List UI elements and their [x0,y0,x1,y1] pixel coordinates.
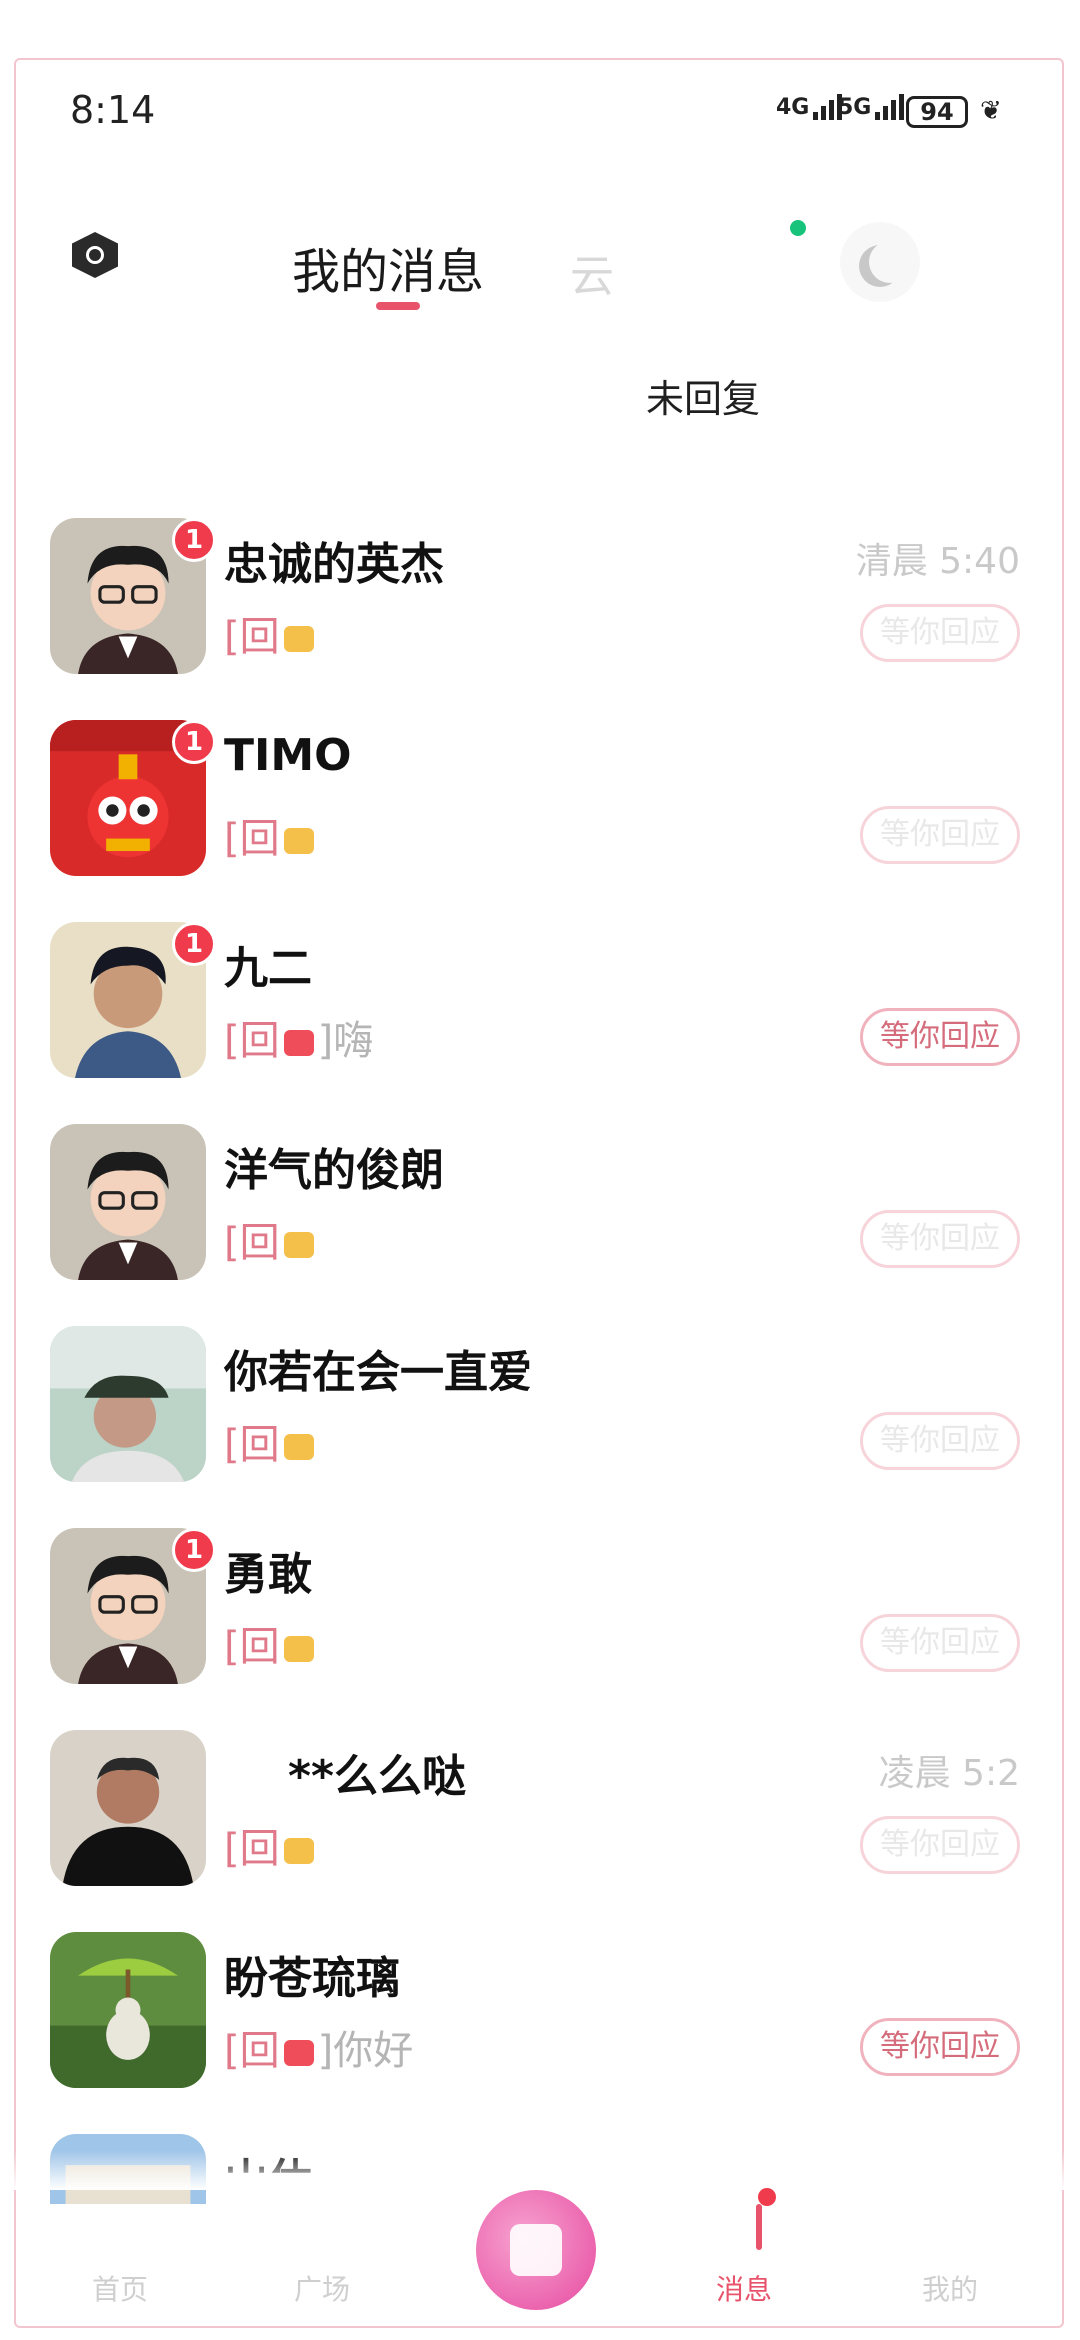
contact-name: 九二 [224,943,312,994]
nav-message-icon [756,2204,762,2250]
await-reply-button[interactable]: 等你回应 [860,1008,1020,1066]
preview-prefix: [回 [224,1422,280,1468]
await-reply-button[interactable]: 等你回应 [860,604,1020,662]
list-item[interactable]: **么么哒 [回 凌晨 5:2 等你回应 [0,1712,1080,1914]
status-bar: 8:14 4G 5G 94 ❦ [0,0,1080,200]
message-preview: [回 [224,1412,318,1470]
timestamp: 清晨 5:40 [855,541,1020,582]
message-preview: [回 [224,1614,318,1672]
unread-badge: 1 [172,518,216,562]
signal-5g: 5G [838,92,905,120]
contact-name: **么么哒 [288,1751,467,1802]
leaf-icon: ❦ [980,96,1002,126]
preview-prefix: [回 [224,1220,280,1266]
center-action-button[interactable] [476,2190,596,2310]
unread-badge: 1 [172,922,216,966]
preview-prefix: [回 [224,1018,280,1064]
moon-icon [869,241,911,283]
gift-icon [283,2040,314,2066]
signal-bars-icon [875,92,905,120]
message-preview: [回 ]你好 [224,2018,413,2076]
preview-text: ]嗨 [317,1018,374,1064]
await-reply-button[interactable]: 等你回应 [860,1614,1020,1672]
preview-prefix: [回 [224,1624,280,1670]
gift-icon [283,828,314,854]
list-item[interactable]: 1 九二 [回 ]嗨 等你回应 [0,904,1080,1106]
nav-messages[interactable]: 消息 [716,2268,772,2308]
message-preview: [回 [224,1816,318,1874]
battery-icon: 94 [906,96,968,128]
tab-my-messages[interactable]: 我的消息 [292,232,484,302]
status-time: 8:14 [70,88,156,132]
list-item[interactable]: 1 TIMO [回 等你回应 [0,702,1080,904]
gift-icon [283,1232,314,1258]
unread-badge: 1 [172,1528,216,1572]
contact-name: 勇敢 [224,1549,312,1600]
tab-active-indicator [376,302,420,310]
message-preview: [回 [224,806,318,864]
nav-me[interactable]: 我的 [922,2268,978,2308]
list-item[interactable]: 你若在会一直爱 [回 等你回应 [0,1308,1080,1510]
gift-icon [283,1838,314,1864]
unread-badge: 1 [172,720,216,764]
await-reply-button[interactable]: 等你回应 [860,1210,1020,1268]
network-type-label: 4G [776,95,810,120]
await-reply-button[interactable]: 等你回应 [860,806,1020,864]
avatar [50,1932,206,2088]
contact-name: 洋气的俊朗 [224,1145,444,1196]
preview-prefix: [回 [224,614,280,660]
preview-text: ]你好 [317,2028,414,2074]
contact-name: TIMO [224,730,352,781]
night-mode-button[interactable] [840,222,920,302]
preview-prefix: [回 [224,1826,280,1872]
await-reply-button[interactable]: 等你回应 [860,2018,1020,2076]
message-list: 1 忠诚的英杰 [回 清晨 5:40 等你回应 1 TIMO [回 等你回应 1… [0,500,1080,2318]
gift-icon [283,1030,314,1056]
contact-name: 你若在会一直爱 [224,1347,532,1398]
nav-home[interactable]: 首页 [92,2268,148,2308]
await-reply-button[interactable]: 等你回应 [860,1816,1020,1874]
contact-name: 忠诚的英杰 [224,539,444,590]
nav-unread-dot [758,2188,776,2206]
gift-icon [283,626,314,652]
await-reply-button[interactable]: 等你回应 [860,1412,1020,1470]
preview-prefix: [回 [224,2028,280,2074]
settings-hex-icon[interactable] [72,232,118,278]
online-dot [790,220,806,236]
list-item[interactable]: 1 勇敢 [回 等你回应 [0,1510,1080,1712]
contact-name: 盼苍琉璃 [224,1953,400,2004]
avatar [50,1326,206,1482]
filter-unreplied-label: 未回复 [646,377,761,421]
preview-prefix: [回 [224,816,280,862]
gift-icon [283,1434,314,1460]
network-type-label: 5G [838,95,872,120]
message-preview: [回 [224,1210,318,1268]
message-preview: [回 ]嗨 [224,1008,373,1066]
avatar [50,1124,206,1280]
tab-secondary[interactable]: 云 [570,240,614,304]
avatar [50,1730,206,1886]
list-item[interactable]: 1 忠诚的英杰 [回 清晨 5:40 等你回应 [0,500,1080,702]
timestamp: 凌晨 5:2 [878,1753,1020,1794]
signal-4g: 4G [776,92,843,120]
message-preview: [回 [224,604,318,662]
nav-square[interactable]: 广场 [294,2268,350,2308]
list-item[interactable]: 盼苍琉璃 [回 ]你好 等你回应 [0,1914,1080,2116]
gift-icon [283,1636,314,1662]
list-item[interactable]: 洋气的俊朗 [回 等你回应 [0,1106,1080,1308]
